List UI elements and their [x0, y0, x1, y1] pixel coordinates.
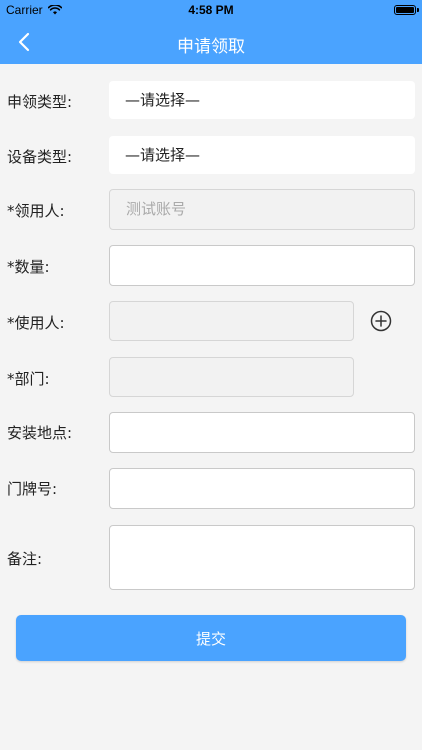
user-field[interactable] — [109, 301, 354, 341]
department-field[interactable] — [109, 357, 354, 397]
submit-button[interactable]: 提交 — [16, 615, 406, 661]
status-time: 4:58 PM — [188, 3, 234, 17]
plus-circle-icon[interactable] — [370, 310, 392, 332]
apply-type-select[interactable]: —请选择— — [109, 81, 415, 119]
install-location-label: 安装地点: — [7, 424, 73, 442]
quantity-label: *数量: — [7, 258, 50, 276]
nav-bar: 申请领取 — [0, 20, 422, 64]
quantity-input[interactable] — [109, 245, 415, 286]
user-label: *使用人: — [7, 314, 65, 332]
door-number-input[interactable] — [109, 468, 415, 509]
door-number-label: 门牌号: — [7, 480, 58, 498]
install-location-input[interactable] — [109, 412, 415, 453]
remarks-textarea[interactable] — [109, 525, 415, 590]
remarks-label: 备注: — [7, 550, 43, 568]
battery-level — [396, 7, 414, 13]
recipient-field: 测试账号 — [109, 189, 415, 230]
apply-type-label: 申领类型: — [7, 93, 73, 111]
device-type-label: 设备类型: — [7, 148, 73, 166]
device-type-select[interactable]: —请选择— — [109, 136, 415, 174]
recipient-label: *领用人: — [7, 202, 65, 220]
battery-icon — [394, 5, 419, 15]
status-bar: Carrier 4:58 PM — [0, 0, 422, 20]
department-label: *部门: — [7, 370, 50, 388]
page-title: 申请领取 — [177, 37, 245, 57]
